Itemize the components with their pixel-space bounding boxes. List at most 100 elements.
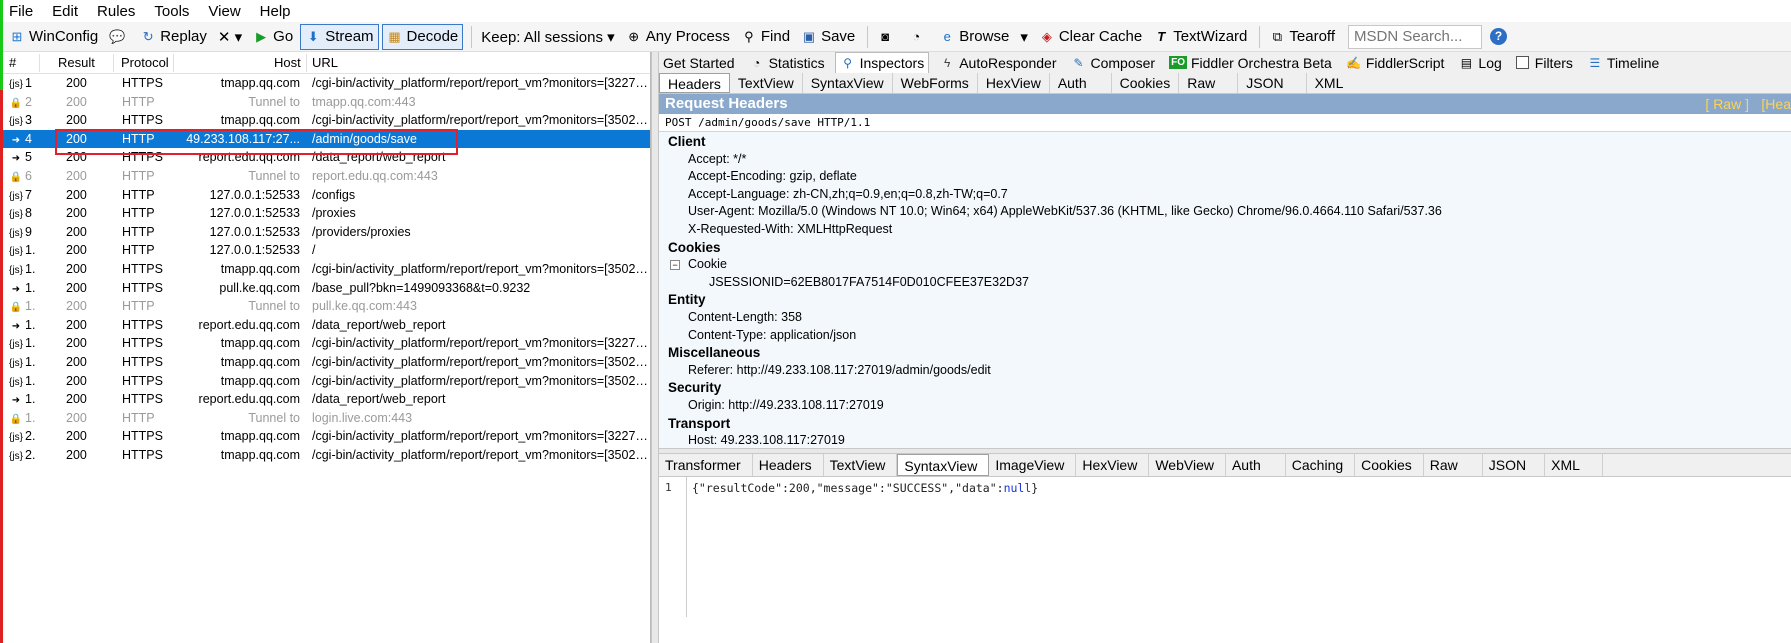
req-tab-raw[interactable]: Raw [1179, 73, 1239, 93]
session-row[interactable]: {js} 9 200 HTTP 127.0.0.1:52533/providers/pr… [3, 223, 650, 242]
menu-rules[interactable]: Rules [97, 3, 135, 20]
req-tab-textview[interactable]: TextView [730, 73, 803, 93]
resp-tab-cookies[interactable]: Cookies [1355, 454, 1424, 476]
session-row[interactable]: 🔒 2 200 HTTP Tunnel to tmapp.qq.com:443 [3, 93, 650, 112]
menu-help[interactable]: Help [260, 3, 291, 20]
tab-autoresponder[interactable]: ϟ AutoResponder [935, 52, 1060, 73]
session-row[interactable]: ➜ 1. 200 HTTPS pull.ke.qq.com/base_pull?bkn=… [3, 279, 650, 298]
find-button[interactable]: ⚲ Find [737, 24, 794, 50]
header-x-requested-with[interactable]: X-Requested-With: XMLHttpRequest [659, 221, 1791, 239]
header-group-security[interactable]: Security [659, 379, 1791, 397]
session-row[interactable]: {js} 1 200 HTTPS tmapp.qq.com/cgi-bin/activi… [3, 74, 650, 93]
stream-button[interactable]: ⬇ Stream [300, 23, 379, 50]
session-row[interactable]: 🔒 1. 200 HTTP Tunnel to login.live.com:443 [3, 409, 650, 428]
menu-view[interactable]: View [208, 3, 240, 20]
session-row[interactable]: 🔒 1. 200 HTTP Tunnel to pull.ke.qq.com:443 [3, 297, 650, 316]
tab-composer[interactable]: ✎ Composer [1067, 52, 1160, 73]
go-button[interactable]: ▶ Go [249, 24, 297, 50]
header-content-type[interactable]: Content-Type: application/json [659, 327, 1791, 345]
header-host[interactable]: Host: 49.233.108.117:27019 [659, 432, 1791, 448]
menu-edit[interactable]: Edit [52, 3, 78, 20]
session-row[interactable]: {js} 2. 200 HTTPS tmapp.qq.com/cgi-bin/activ… [3, 427, 650, 446]
req-tab-cookies[interactable]: Cookies [1112, 73, 1180, 93]
session-row[interactable]: ➜ 1. 200 HTTPS report.edu.qq.com/data_report… [3, 316, 650, 335]
menu-file[interactable]: File [9, 3, 33, 20]
tab-get-started[interactable]: Get Started [659, 52, 739, 73]
tab-fiddler-orchestra[interactable]: FO Fiddler Orchestra Beta [1165, 52, 1336, 73]
session-row[interactable]: {js} 7 200 HTTP 127.0.0.1:52533/configs [3, 186, 650, 205]
resp-tab-auth[interactable]: Auth [1226, 454, 1286, 476]
clear-cache-button[interactable]: ◈ Clear Cache [1035, 24, 1146, 50]
menu-tools[interactable]: Tools [154, 3, 189, 20]
help-icon[interactable]: ? [1490, 28, 1507, 45]
textwizard-button[interactable]: T TextWizard [1149, 24, 1251, 50]
cookie-node[interactable]: − Cookie [659, 256, 1791, 274]
tab-timeline[interactable]: ☰ Timeline [1583, 52, 1663, 73]
resp-tab-transformer[interactable]: Transformer [659, 454, 753, 476]
any-process-button[interactable]: ⊕ Any Process [622, 24, 734, 50]
session-row[interactable]: {js} 1. 200 HTTPS tmapp.qq.com/cgi-bin/activ… [3, 353, 650, 372]
replay-button[interactable]: ↻ Replay [136, 24, 211, 50]
req-tab-auth[interactable]: Auth [1050, 73, 1112, 93]
response-syntax-view[interactable]: 1 {"resultCode":200,"message":"SUCCESS",… [659, 477, 1791, 617]
req-tab-xml[interactable]: XML [1307, 73, 1352, 93]
resp-tab-json[interactable]: JSON [1483, 454, 1546, 476]
save-button[interactable]: ▣ Save [797, 24, 859, 50]
keep-sessions-dropdown[interactable]: Keep: All sessions ▾ [477, 24, 618, 50]
session-row[interactable]: 🔒 6 200 HTTP Tunnel to report.edu.qq.com:443 [3, 167, 650, 186]
header-accept-encoding[interactable]: Accept-Encoding: gzip, deflate [659, 168, 1791, 186]
raw-link[interactable]: [ Raw ] [1705, 96, 1749, 112]
column-separator[interactable] [173, 54, 174, 72]
header-referer[interactable]: Referer: http://49.233.108.117:27019/adm… [659, 362, 1791, 380]
req-tab-json[interactable]: JSON [1238, 73, 1307, 93]
header-accept-language[interactable]: Accept-Language: zh-CN,zh;q=0.9,en;q=0.8… [659, 186, 1791, 204]
remove-button[interactable]: ✕ ▾ [214, 24, 246, 50]
comment-button[interactable]: 💬 [105, 24, 133, 50]
column-separator[interactable] [113, 54, 114, 72]
resp-tab-caching[interactable]: Caching [1286, 454, 1356, 476]
session-row[interactable]: {js} 3 200 HTTPS tmapp.qq.com/cgi-bin/activi… [3, 111, 650, 130]
header-group-client[interactable]: Client [659, 133, 1791, 151]
response-body-line[interactable]: {"resultCode":200,"message":"SUCCESS","d… [692, 481, 1038, 495]
cookie-jsessionid[interactable]: JSESSIONID=62EB8017FA7514F0D010CFEE37E32… [659, 274, 1791, 292]
decode-button[interactable]: ▦ Decode [381, 23, 464, 50]
pane-splitter[interactable] [651, 52, 659, 643]
timer-button[interactable]: ◔ [904, 24, 932, 50]
session-row[interactable]: {js} 8 200 HTTP 127.0.0.1:52533/proxies [3, 204, 650, 223]
header-content-length[interactable]: Content-Length: 358 [659, 309, 1791, 327]
session-row[interactable]: {js} 1. 200 HTTPS tmapp.qq.com/cgi-bin/activ… [3, 372, 650, 391]
req-tab-syntaxview[interactable]: SyntaxView [803, 73, 893, 93]
resp-tab-hexview[interactable]: HexView [1076, 454, 1150, 476]
browse-button[interactable]: e Browse [935, 24, 1013, 50]
tab-filters[interactable]: Filters [1512, 52, 1577, 73]
header-origin[interactable]: Origin: http://49.233.108.117:27019 [659, 397, 1791, 415]
session-row[interactable]: {js} 2. 200 HTTPS tmapp.qq.com/cgi-bin/activ… [3, 446, 650, 465]
session-row[interactable]: {js} 1. 200 HTTPS tmapp.qq.com/cgi-bin/activ… [3, 260, 650, 279]
header-group-transport[interactable]: Transport [659, 415, 1791, 433]
session-row[interactable]: {js} 1. 200 HTTP 127.0.0.1:52533 / [3, 241, 650, 260]
tab-statistics[interactable]: ◔ Statistics [745, 52, 829, 73]
column-header-url[interactable]: URL [312, 55, 338, 70]
session-row[interactable]: {js} 1. 200 HTTPS tmapp.qq.com/cgi-bin/activ… [3, 334, 650, 353]
req-tab-hexview[interactable]: HexView [978, 73, 1050, 93]
column-header-id[interactable]: # [9, 55, 16, 70]
header-user-agent[interactable]: User-Agent: Mozilla/5.0 (Windows NT 10.0… [659, 203, 1791, 221]
column-header-host[interactable]: Host [274, 55, 301, 70]
filters-checkbox[interactable] [1515, 56, 1529, 69]
collapse-toggle-icon[interactable]: − [670, 259, 680, 270]
column-separator[interactable] [306, 54, 307, 72]
browse-dropdown-arrow[interactable]: ▾ [1016, 24, 1032, 50]
resp-tab-xml[interactable]: XML [1545, 454, 1603, 476]
resp-tab-raw[interactable]: Raw [1424, 454, 1483, 476]
tearoff-button[interactable]: ⧉ Tearoff [1265, 24, 1339, 50]
resp-tab-imageview[interactable]: ImageView [989, 454, 1077, 476]
column-header-protocol[interactable]: Protocol [121, 55, 169, 70]
winconfig-button[interactable]: ⊞ WinConfig [5, 24, 102, 50]
session-row[interactable]: ➜ 1. 200 HTTPS report.edu.qq.com/data_report… [3, 390, 650, 409]
req-tab-webforms[interactable]: WebForms [893, 73, 978, 93]
column-header-result[interactable]: Result [58, 55, 95, 70]
resp-tab-headers[interactable]: Headers [753, 454, 824, 476]
msdn-search-input[interactable] [1348, 24, 1482, 49]
header-definitions-link[interactable]: [Hea [1761, 96, 1791, 112]
tab-inspectors[interactable]: ⚲ Inspectors [834, 52, 930, 73]
